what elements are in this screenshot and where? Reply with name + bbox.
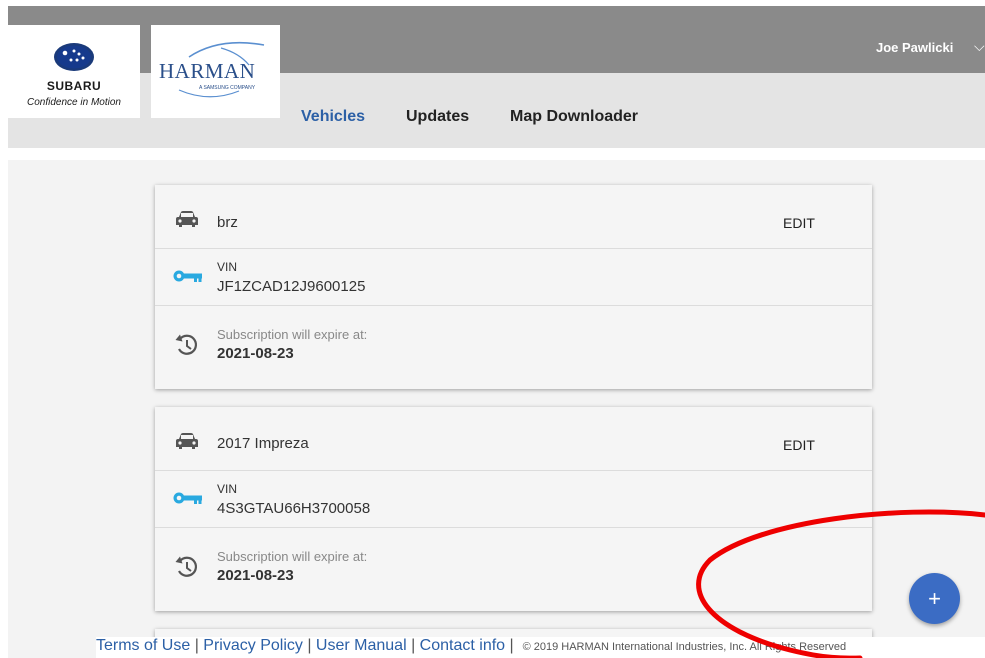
- history-icon: [175, 334, 198, 355]
- harman-logo: HARMAN A SAMSUNG COMPANY: [151, 25, 280, 118]
- expire-date: 2021-08-23: [217, 345, 294, 362]
- harman-wordmark: HARMAN: [159, 59, 256, 83]
- copyright-text: © 2019 HARMAN International Industries, …: [522, 641, 847, 653]
- user-menu[interactable]: Joe Pawlicki: [876, 40, 953, 55]
- vehicle-name: 2017 Impreza: [217, 435, 309, 452]
- page: Joe Pawlicki ⌵ SUBARU Confidence in Moti…: [0, 0, 985, 658]
- expire-label: Subscription will expire at:: [217, 549, 368, 564]
- vin-label: VIN: [217, 482, 238, 496]
- edit-button[interactable]: EDIT: [783, 437, 815, 453]
- footer-link-privacy[interactable]: Privacy Policy: [203, 637, 303, 654]
- chevron-down-icon[interactable]: ⌵: [974, 38, 985, 55]
- vin-row: VIN 4S3GTAU66H3700058: [155, 470, 872, 527]
- tab-updates[interactable]: Updates: [406, 108, 469, 126]
- subaru-tagline: Confidence in Motion: [27, 97, 121, 108]
- vin-value: 4S3GTAU66H3700058: [217, 500, 371, 517]
- subscription-row: Subscription will expire at: 2021-08-23: [155, 305, 872, 389]
- subaru-wordmark: SUBARU: [46, 79, 102, 93]
- harman-subtitle: A SAMSUNG COMPANY: [199, 85, 256, 91]
- vin-row: VIN JF1ZCAD12J9600125: [155, 248, 872, 305]
- footer-separator: |: [302, 637, 316, 654]
- vin-label: VIN: [217, 260, 238, 274]
- car-icon: [176, 211, 198, 227]
- add-vehicle-button[interactable]: +: [909, 573, 960, 624]
- key-icon: [173, 270, 202, 282]
- expire-date: 2021-08-23: [217, 567, 294, 584]
- footer-separator: |: [406, 637, 420, 654]
- history-icon: [175, 556, 198, 577]
- vehicle-header-row: brz EDIT: [155, 185, 872, 248]
- footer-separator: |: [505, 637, 523, 654]
- footer-separator: |: [190, 637, 204, 654]
- car-icon: [176, 433, 198, 449]
- vin-value: JF1ZCAD12J9600125: [217, 278, 366, 295]
- footer-link-terms[interactable]: Terms of Use: [96, 637, 190, 654]
- footer-link-manual[interactable]: User Manual: [316, 637, 407, 654]
- edit-button[interactable]: EDIT: [783, 215, 815, 231]
- subaru-logo: SUBARU Confidence in Motion: [8, 25, 140, 118]
- tab-vehicles[interactable]: Vehicles: [301, 108, 365, 126]
- tab-map-downloader[interactable]: Map Downloader: [510, 108, 638, 126]
- expire-label: Subscription will expire at:: [217, 327, 368, 342]
- vehicle-card: 2017 Impreza EDIT VIN 4S3GTAU66H3700058 …: [155, 407, 872, 611]
- footer: Terms of Use | Privacy Policy | User Man…: [96, 637, 985, 658]
- subscription-row: Subscription will expire at: 2021-08-23: [155, 527, 872, 611]
- subaru-emblem-icon: [54, 43, 94, 71]
- key-icon: [173, 492, 202, 504]
- vehicle-header-row: 2017 Impreza EDIT: [155, 407, 872, 470]
- footer-link-contact[interactable]: Contact info: [420, 637, 505, 654]
- vehicle-name: brz: [217, 214, 238, 231]
- vehicle-card: brz EDIT VIN JF1ZCAD12J9600125 Subscript…: [155, 185, 872, 389]
